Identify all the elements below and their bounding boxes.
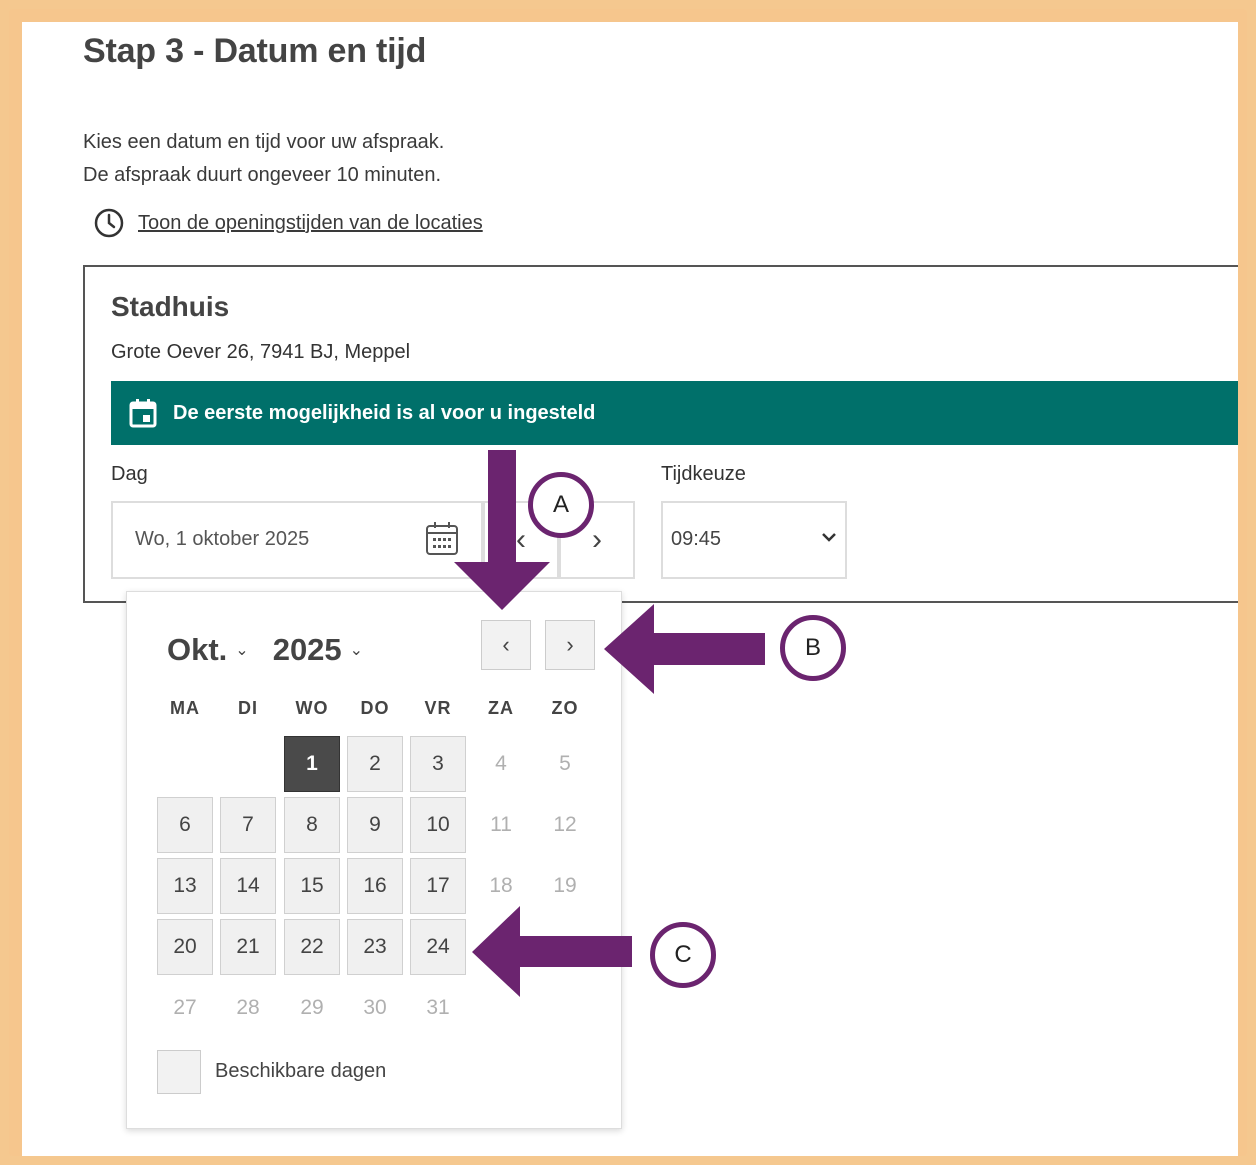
annotation-marker-b: B bbox=[780, 615, 846, 681]
arrow-c bbox=[472, 906, 632, 997]
page-canvas: Stap 3 - Datum en tijd Kies een datum en… bbox=[22, 22, 1238, 1156]
arrow-b bbox=[604, 604, 765, 694]
annotation-marker-a: A bbox=[528, 472, 594, 538]
arrow-a bbox=[454, 450, 550, 610]
annotation-marker-c: C bbox=[650, 922, 716, 988]
annotation-arrows bbox=[454, 450, 765, 997]
